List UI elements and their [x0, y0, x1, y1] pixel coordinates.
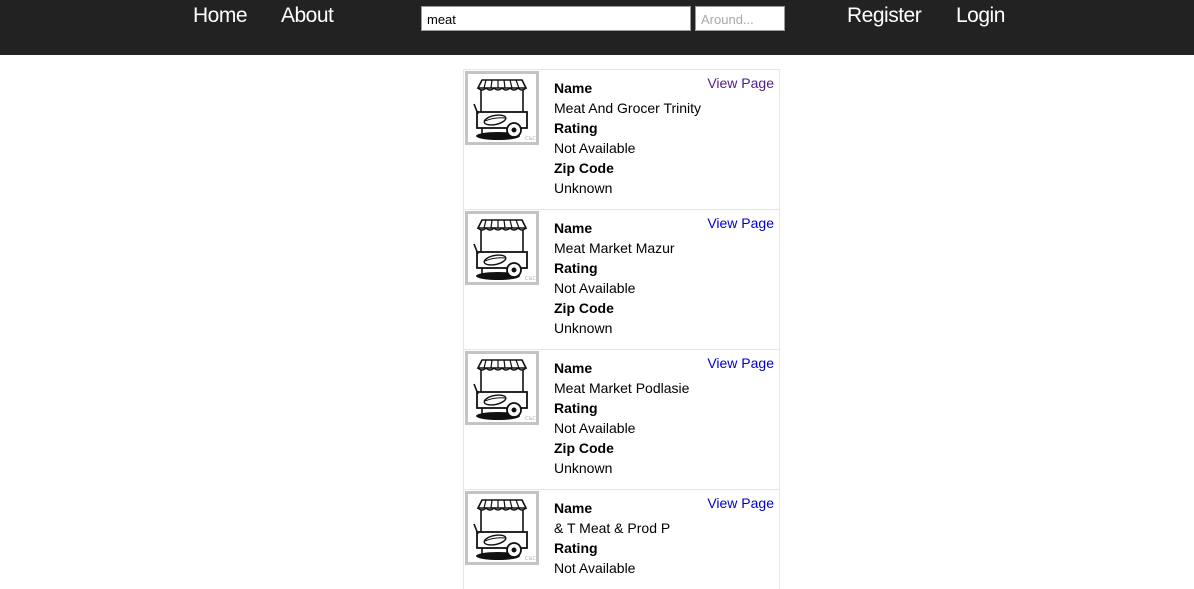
result-info: Name Meat Market Podlasie Rating Not Ava… [554, 358, 689, 478]
view-page-link[interactable]: View Page [707, 353, 774, 373]
result-name: Meat And Grocer Trinity [554, 100, 702, 116]
result-rating: Not Available [554, 420, 636, 436]
result-rating: Not Available [554, 280, 636, 296]
top-nav-bar: Home About Register Login [0, 0, 1194, 55]
nav-about-link[interactable]: About [281, 4, 334, 28]
result-info: Name & T Meat & Prod P Rating Not Availa… [554, 498, 670, 578]
name-label: Name [554, 500, 593, 516]
result-name: Meat Market Podlasie [554, 380, 690, 396]
food-cart-icon[interactable]: C&C [465, 71, 539, 145]
result-zip: Unknown [554, 180, 613, 196]
result-info: Name Meat And Grocer Trinity Rating Not … [554, 78, 701, 198]
svg-text:C&C: C&C [525, 276, 536, 282]
nav-register-link[interactable]: Register [847, 4, 922, 28]
result-info: Name Meat Market Mazur Rating Not Availa… [554, 218, 675, 338]
location-input[interactable] [695, 6, 785, 31]
result-card: C&C Name Meat And Grocer Trinity Rating … [463, 69, 780, 209]
rating-label: Rating [554, 400, 598, 416]
food-cart-icon[interactable]: C&C [465, 211, 539, 285]
view-page-link[interactable]: View Page [707, 213, 774, 233]
view-page-link[interactable]: View Page [707, 493, 774, 513]
food-cart-icon[interactable]: C&C [465, 351, 539, 425]
result-rating: Not Available [554, 140, 636, 156]
results-list: C&C Name Meat And Grocer Trinity Rating … [463, 69, 780, 589]
view-page-link[interactable]: View Page [707, 73, 774, 93]
rating-label: Rating [554, 120, 598, 136]
name-label: Name [554, 80, 593, 96]
result-card: C&C Name & T Meat & Prod P Rating Not Av… [463, 489, 780, 589]
zip-label: Zip Code [554, 440, 614, 456]
result-name: Meat Market Mazur [554, 240, 675, 256]
result-card: C&C Name Meat Market Podlasie Rating Not… [463, 349, 780, 489]
rating-label: Rating [554, 540, 598, 556]
name-label: Name [554, 220, 593, 236]
zip-label: Zip Code [554, 160, 614, 176]
svg-text:C&C: C&C [525, 556, 536, 562]
result-zip: Unknown [554, 320, 613, 336]
result-card: C&C Name Meat Market Mazur Rating Not Av… [463, 209, 780, 349]
result-name: & T Meat & Prod P [554, 520, 671, 536]
svg-text:C&C: C&C [525, 136, 536, 142]
nav-login-link[interactable]: Login [956, 4, 1005, 28]
search-input[interactable] [421, 6, 691, 31]
svg-text:C&C: C&C [525, 416, 536, 422]
rating-label: Rating [554, 260, 598, 276]
result-rating: Not Available [554, 560, 636, 576]
zip-label: Zip Code [554, 300, 614, 316]
result-zip: Unknown [554, 460, 613, 476]
name-label: Name [554, 360, 593, 376]
nav-home-link[interactable]: Home [193, 4, 248, 28]
food-cart-icon[interactable]: C&C [465, 491, 539, 565]
